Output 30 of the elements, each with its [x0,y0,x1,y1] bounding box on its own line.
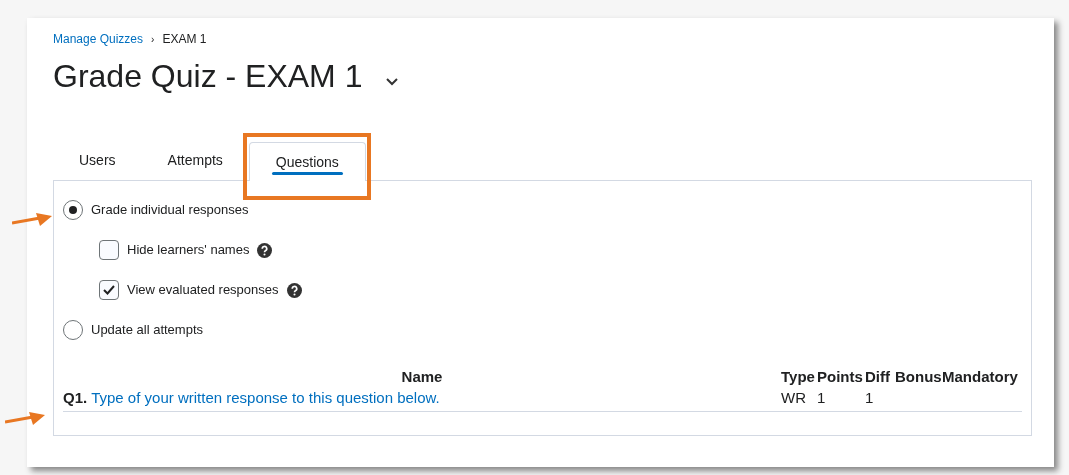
radio-label: Update all attempts [91,321,203,340]
column-header: Type [781,366,816,387]
column-header: Name [400,366,444,387]
radio-label: Grade individual responses [91,201,249,220]
question-number: Q1. [63,388,88,409]
table-cell-text: 1 [865,388,875,409]
radio-button[interactable] [63,200,83,220]
tab[interactable]: Users [53,141,142,180]
question-link[interactable]: Type of your written response to this question below. [91,387,440,410]
arrow-icon [12,213,52,227]
radio-button[interactable] [63,320,83,340]
tab[interactable]: Questions [248,142,366,181]
column-header: Mandatory [942,366,1019,387]
arrow-icon [5,412,45,426]
page-title: Grade Quiz - EXAM 1 [53,60,363,92]
table-cell-text: WR [781,388,807,409]
checkbox[interactable] [99,280,119,300]
breadcrumb-link[interactable]: Manage Quizzes [53,30,144,48]
checkbox[interactable] [99,240,119,260]
check-icon [103,285,115,295]
column-header: Diff [865,366,891,387]
chevron-down-icon[interactable] [386,78,399,86]
tab[interactable]: Attempts [141,141,249,180]
breadcrumb-separator: › [151,32,155,47]
checkbox-label: View evaluated responses [127,281,279,300]
column-header: Points [817,366,864,387]
checkbox-label: Hide learners' names [127,241,250,260]
table-cell-text: 1 [817,388,827,409]
column-header: Bonus [895,366,942,387]
breadcrumb-current: EXAM 1 [162,31,207,48]
